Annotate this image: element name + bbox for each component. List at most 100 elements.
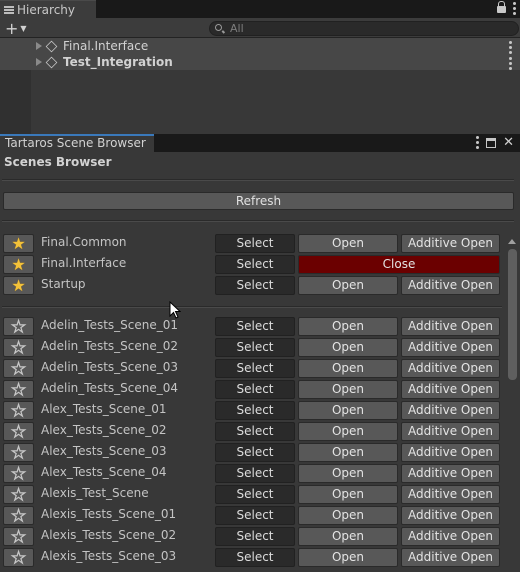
open-button[interactable]: Open (298, 401, 398, 420)
favorite-toggle[interactable]: ★ (3, 506, 34, 525)
additive-open-button[interactable]: Additive Open (401, 380, 500, 399)
scene-name: Adelin_Tests_Scene_04 (41, 381, 179, 395)
kebab-menu-icon[interactable] (512, 2, 516, 15)
open-button[interactable]: Open (298, 548, 398, 567)
favorite-toggle[interactable]: ★ (3, 234, 34, 253)
favorite-toggle[interactable]: ★ (3, 380, 34, 399)
favorite-toggle[interactable]: ★ (3, 317, 34, 336)
additive-open-button[interactable]: Additive Open (401, 485, 500, 504)
lock-icon[interactable] (497, 1, 506, 15)
plus-icon: + (5, 18, 19, 38)
hierarchy-row-label: Test_Integration (63, 55, 173, 69)
favorite-toggle[interactable]: ★ (3, 485, 34, 504)
additive-open-button[interactable]: Additive Open (401, 317, 500, 336)
scene-row: ★ Alexis_Tests_Scene_02 Select Open Additive… (0, 526, 506, 547)
scene-name: Adelin_Tests_Scene_01 (41, 318, 179, 332)
additive-open-button[interactable]: Additive Open (401, 234, 500, 253)
expand-arrow-icon[interactable] (36, 58, 42, 66)
favorite-toggle[interactable]: ★ (3, 422, 34, 441)
favorite-toggle[interactable]: ★ (3, 401, 34, 420)
favorite-toggle[interactable]: ★ (3, 443, 34, 462)
scene-row: ★ Alex_Tests_Scene_01 Select Open Additive O… (0, 400, 506, 421)
scene-row: ★ Alexis_Tests_Scene_01 Select Open Additive… (0, 505, 506, 526)
additive-open-button[interactable]: Additive Open (401, 401, 500, 420)
search-input[interactable]: All (209, 21, 519, 36)
star-filled-icon: ★ (11, 275, 26, 295)
star-outline-icon: ★ (11, 484, 27, 504)
scene-browser-tab[interactable]: Tartaros Scene Browser (0, 134, 154, 152)
select-button[interactable]: Select (215, 548, 295, 567)
select-button[interactable]: Select (215, 234, 295, 253)
favorite-toggle[interactable]: ★ (3, 464, 34, 483)
additive-open-button[interactable]: Additive Open (401, 506, 500, 525)
star-outline-icon: ★ (11, 463, 27, 483)
open-button[interactable]: Open (298, 338, 398, 357)
scene-name: Alex_Tests_Scene_04 (41, 465, 167, 479)
favorite-toggle[interactable]: ★ (3, 255, 34, 274)
select-button[interactable]: Select (215, 276, 295, 295)
scene-row: ★ Adelin_Tests_Scene_04 Select Open Additive… (0, 379, 506, 400)
additive-open-button[interactable]: Additive Open (401, 359, 500, 378)
star-outline-icon: ★ (11, 442, 27, 462)
open-button[interactable]: Open (298, 234, 398, 253)
additive-open-button[interactable]: Additive Open (401, 443, 500, 462)
open-button[interactable]: Open (298, 422, 398, 441)
open-button[interactable]: Open (298, 464, 398, 483)
favorite-toggle[interactable]: ★ (3, 338, 34, 357)
favorite-toggle[interactable]: ★ (3, 359, 34, 378)
additive-open-button[interactable]: Additive Open (401, 338, 500, 357)
vertical-scrollbar[interactable] (506, 237, 519, 572)
star-filled-icon: ★ (11, 233, 26, 253)
scene-row: ★ Alex_Tests_Scene_04 Select Open Additive O… (0, 463, 506, 484)
select-button[interactable]: Select (215, 527, 295, 546)
hierarchy-row-final-interface[interactable]: Final.Interface (0, 38, 520, 54)
hierarchy-tab[interactable]: Hierarchy (0, 0, 96, 18)
select-button[interactable]: Select (215, 464, 295, 483)
additive-open-button[interactable]: Additive Open (401, 527, 500, 546)
maximize-icon[interactable] (486, 137, 497, 148)
open-button[interactable]: Open (298, 527, 398, 546)
open-button[interactable]: Open (298, 443, 398, 462)
kebab-menu-icon[interactable] (475, 136, 479, 149)
open-button[interactable]: Open (298, 506, 398, 525)
open-button[interactable]: Open (298, 359, 398, 378)
select-button[interactable]: Select (215, 338, 295, 357)
mouse-cursor-icon (169, 301, 181, 319)
hierarchy-row-test-integration[interactable]: Test_Integration (0, 54, 520, 70)
hierarchy-tab-label: Hierarchy (17, 2, 76, 17)
refresh-button[interactable]: Refresh (3, 192, 514, 210)
close-icon[interactable]: ✕ (503, 136, 514, 149)
additive-open-button[interactable]: Additive Open (401, 548, 500, 567)
star-outline-icon: ★ (11, 547, 27, 567)
scrollbar-thumb[interactable] (508, 249, 517, 380)
open-button[interactable]: Open (298, 276, 398, 295)
star-outline-icon: ★ (11, 379, 27, 399)
favorite-toggle[interactable]: ★ (3, 276, 34, 295)
close-scene-button[interactable]: Close (298, 255, 500, 274)
kebab-menu-icon[interactable] (508, 57, 512, 70)
scene-row: ★ Alex_Tests_Scene_02 Select Open Additive O… (0, 421, 506, 442)
favorite-toggle[interactable]: ★ (3, 548, 34, 567)
star-outline-icon: ★ (11, 526, 27, 546)
select-button[interactable]: Select (215, 380, 295, 399)
expand-arrow-icon[interactable] (36, 42, 42, 50)
favorite-toggle[interactable]: ★ (3, 527, 34, 546)
additive-open-button[interactable]: Additive Open (401, 464, 500, 483)
add-button[interactable]: + ▼ (5, 19, 33, 37)
open-button[interactable]: Open (298, 317, 398, 336)
open-button[interactable]: Open (298, 380, 398, 399)
select-button[interactable]: Select (215, 506, 295, 525)
scroll-up-arrow-icon[interactable] (508, 239, 516, 244)
additive-open-button[interactable]: Additive Open (401, 276, 500, 295)
select-button[interactable]: Select (215, 443, 295, 462)
star-filled-icon: ★ (11, 254, 26, 274)
select-button[interactable]: Select (215, 401, 295, 420)
kebab-menu-icon[interactable] (508, 41, 512, 54)
select-button[interactable]: Select (215, 485, 295, 504)
select-button[interactable]: Select (215, 317, 295, 336)
open-button[interactable]: Open (298, 485, 398, 504)
select-button[interactable]: Select (215, 422, 295, 441)
select-button[interactable]: Select (215, 359, 295, 378)
additive-open-button[interactable]: Additive Open (401, 422, 500, 441)
select-button[interactable]: Select (215, 255, 295, 274)
